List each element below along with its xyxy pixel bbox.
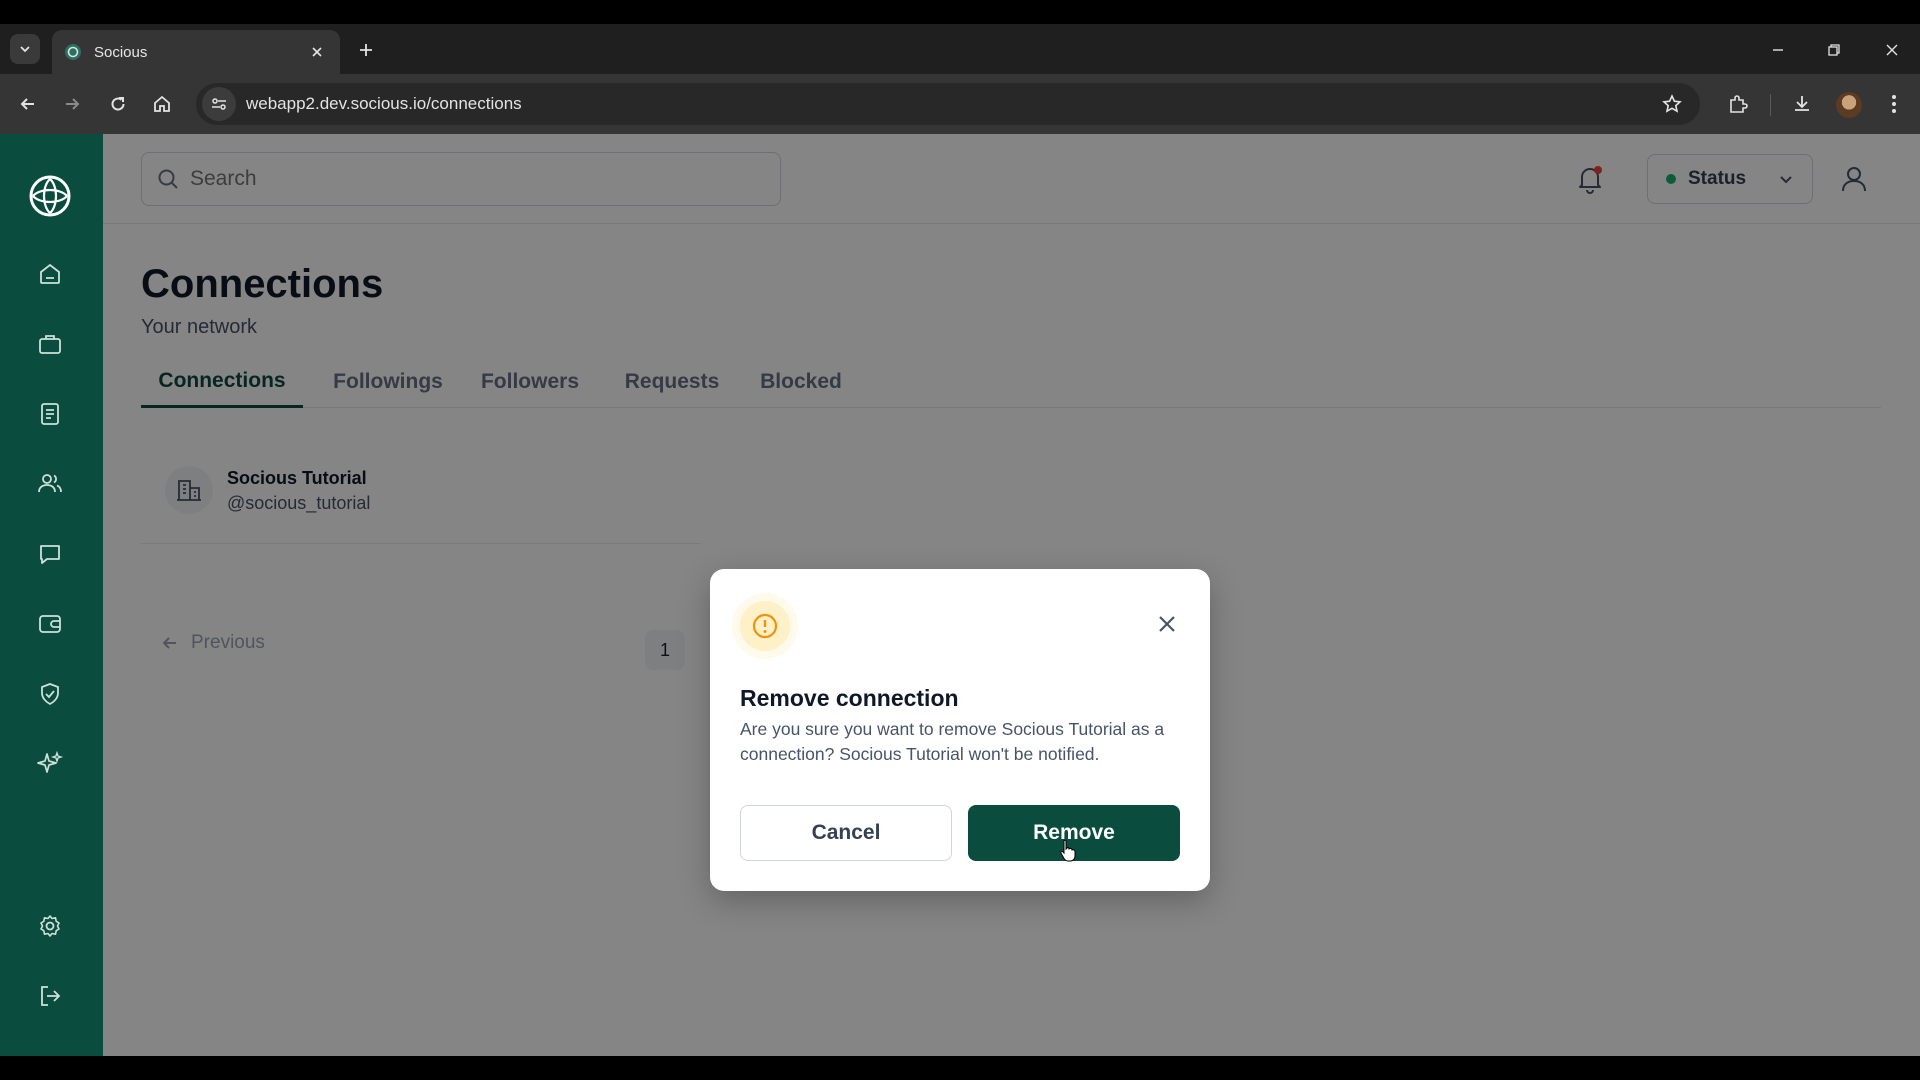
socious-logo-icon[interactable] [26, 172, 74, 220]
sidebar-item-chats[interactable] [30, 534, 70, 574]
sidebar-item-network[interactable] [30, 464, 70, 504]
mouse-cursor-icon [1060, 839, 1076, 862]
menu-kebab-icon[interactable] [1880, 90, 1908, 118]
window-close-icon[interactable] [1878, 36, 1906, 64]
logout-icon [41, 986, 61, 1006]
cancel-button[interactable]: Cancel [740, 805, 952, 861]
sidebar-item-wallet[interactable] [30, 604, 70, 644]
modal-close-icon[interactable] [1152, 609, 1182, 639]
gear-icon [40, 915, 60, 937]
sidebar [0, 134, 103, 1056]
url-text[interactable]: webapp2.dev.socious.io/connections [246, 94, 1656, 114]
remove-connection-modal: Remove connection Are you sure you want … [710, 569, 1210, 891]
extensions-icon[interactable] [1724, 90, 1752, 118]
downloads-icon[interactable] [1788, 90, 1816, 118]
address-bar[interactable]: webapp2.dev.socious.io/connections [196, 83, 1700, 125]
tab-search-button[interactable] [10, 34, 40, 64]
browser-tab-title: Socious [94, 43, 148, 61]
socious-favicon-icon [65, 44, 81, 60]
toolbar-divider [1770, 94, 1771, 116]
sidebar-item-logout[interactable] [30, 976, 70, 1016]
document-icon [41, 403, 59, 425]
sidebar-item-jobs[interactable] [30, 324, 70, 364]
home-icon [40, 263, 60, 284]
sidebar-item-home[interactable] [30, 254, 70, 294]
sidebar-item-posts[interactable] [30, 394, 70, 434]
sidebar-item-credentials[interactable] [30, 674, 70, 714]
browser-chrome: Socious webapp2.dev.socious.io/connectio… [0, 0, 1920, 134]
home-browser-icon[interactable] [148, 90, 176, 118]
reload-icon[interactable] [104, 90, 132, 118]
back-icon[interactable] [14, 90, 42, 118]
users-icon [38, 474, 62, 493]
profile-avatar[interactable] [1836, 92, 1862, 118]
restore-icon[interactable] [1820, 36, 1848, 64]
chevron-down-icon [20, 46, 30, 53]
modal-title: Remove connection [740, 685, 959, 711]
screen-top-strip [0, 0, 1920, 24]
sparkles-icon [37, 750, 64, 773]
forward-icon[interactable] [58, 90, 86, 118]
tab-close-icon[interactable] [306, 41, 328, 63]
bookmark-star-icon[interactable] [1656, 88, 1688, 120]
alert-circle-icon [740, 601, 790, 651]
message-icon [40, 545, 60, 564]
shield-check-icon [41, 683, 59, 706]
minimize-icon[interactable] [1764, 36, 1792, 64]
modal-message: Are you sure you want to remove Socious … [740, 719, 1165, 764]
sidebar-item-ai[interactable] [30, 744, 70, 784]
browser-tab[interactable]: Socious [52, 30, 340, 74]
site-info-icon[interactable] [202, 87, 236, 121]
app-root: Status Connections Your network Connecti… [0, 134, 1920, 1056]
browser-toolbar: webapp2.dev.socious.io/connections [0, 74, 1920, 134]
wallet-icon [39, 615, 61, 633]
tab-bar: Socious [0, 24, 1920, 74]
briefcase-icon [39, 335, 61, 354]
sidebar-item-settings[interactable] [30, 906, 70, 946]
new-tab-icon[interactable] [352, 36, 380, 64]
